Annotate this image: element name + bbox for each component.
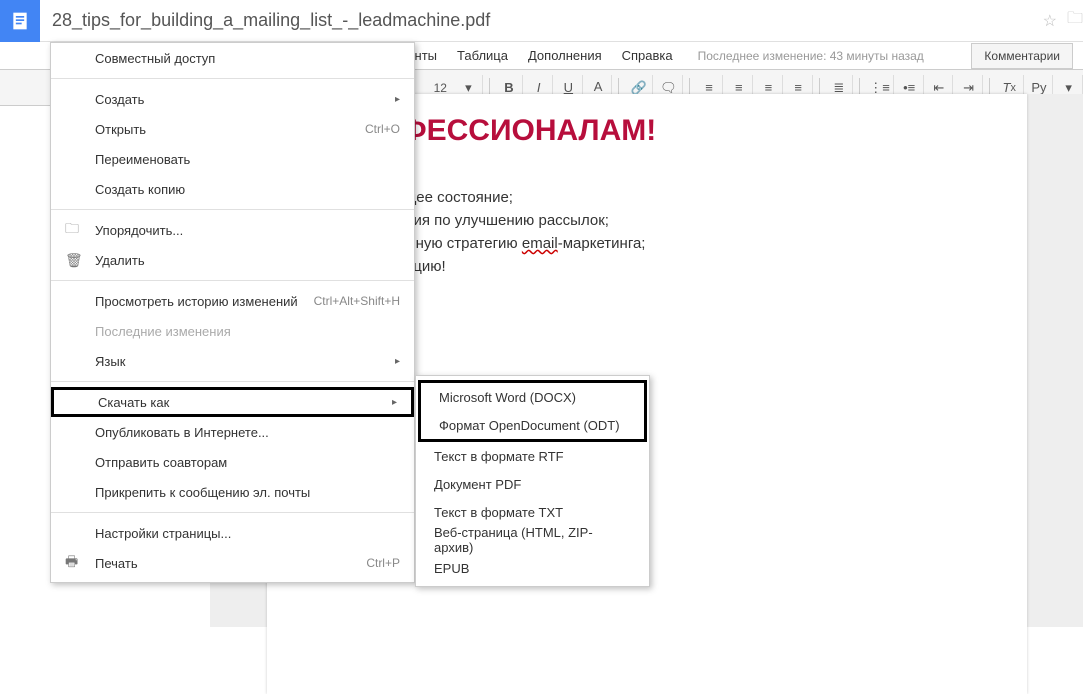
separator — [51, 78, 414, 79]
doc-line: руем текущее состояние; — [337, 189, 957, 206]
download-rtf[interactable]: Текст в формате RTF — [416, 442, 649, 470]
separator — [51, 209, 414, 210]
menu-new[interactable]: Создать▸ — [51, 84, 414, 114]
download-html[interactable]: Веб-страница (HTML, ZIP-архив) — [416, 526, 649, 554]
download-docx[interactable]: Microsoft Word (DOCX) — [421, 383, 644, 411]
menu-share[interactable]: Совместный доступ — [51, 43, 414, 73]
menu-help[interactable]: Справка — [612, 44, 683, 67]
title-bar: 28_tips_for_building_a_mailing_list_-_le… — [0, 0, 1083, 42]
comments-button[interactable]: Комментарии — [971, 43, 1073, 69]
star-icon[interactable]: ☆ — [1043, 11, 1057, 31]
download-as-submenu: Microsoft Word (DOCX) Формат OpenDocumen… — [415, 375, 650, 587]
separator — [51, 512, 414, 513]
doc-line: в задачи; — [337, 166, 957, 183]
folder-icon: 🗀 — [65, 218, 79, 242]
doc-line: рые решения по улучшению рассылок; — [337, 212, 957, 229]
menu-recent-changes: Последние изменения — [51, 316, 414, 346]
download-pdf[interactable]: Документ PDF — [416, 470, 649, 498]
print-icon: 🖶 — [65, 551, 78, 575]
menu-language[interactable]: Язык▸ — [51, 346, 414, 376]
menu-download-as[interactable]: Скачать как▸ — [51, 387, 414, 417]
menu-print[interactable]: 🖶ПечатьCtrl+P — [51, 548, 414, 578]
document-title[interactable]: 28_tips_for_building_a_mailing_list_-_le… — [52, 10, 1033, 31]
download-epub[interactable]: EPUB — [416, 554, 649, 582]
menu-table[interactable]: Таблица — [447, 44, 518, 67]
heading: ПРОФЕССИОНАЛАМ! — [337, 114, 957, 148]
font-size-selector[interactable]: 12 — [428, 81, 453, 95]
docs-app-icon[interactable] — [0, 0, 40, 42]
menu-make-copy[interactable]: Создать копию — [51, 174, 414, 204]
menu-addons[interactable]: Дополнения — [518, 44, 612, 67]
trash-icon: 🗑 — [65, 252, 83, 269]
folder-icon[interactable]: 🗀 — [1067, 7, 1083, 34]
menu-revision-history[interactable]: Просмотреть историю измененийCtrl+Alt+Sh… — [51, 286, 414, 316]
doc-line: за реализацию! — [337, 258, 957, 275]
menu-organize[interactable]: 🗀Упорядочить... — [51, 215, 414, 245]
last-change-label[interactable]: Последнее изменение: 43 минуты назад — [698, 49, 924, 63]
download-odt[interactable]: Формат OpenDocument (ODT) — [421, 411, 644, 439]
file-menu-dropdown: Совместный доступ Создать▸ ОткрытьCtrl+O… — [50, 42, 415, 583]
menu-email-attachment[interactable]: Прикрепить к сообщению эл. почты — [51, 477, 414, 507]
chevron-right-icon: ▸ — [395, 356, 400, 367]
chevron-right-icon: ▸ — [395, 94, 400, 105]
separator — [51, 381, 414, 382]
menu-rename[interactable]: Переименовать — [51, 144, 414, 174]
menu-page-setup[interactable]: Настройки страницы... — [51, 518, 414, 548]
menu-delete[interactable]: 🗑Удалить — [51, 245, 414, 275]
download-txt[interactable]: Текст в формате TXT — [416, 498, 649, 526]
menu-email-collaborators[interactable]: Отправить соавторам — [51, 447, 414, 477]
menu-open[interactable]: ОткрытьCtrl+O — [51, 114, 414, 144]
chevron-right-icon: ▸ — [392, 397, 397, 408]
separator — [51, 280, 414, 281]
menu-publish[interactable]: Опубликовать в Интернете... — [51, 417, 414, 447]
doc-line: и полноценную стратегию email-маркетинга… — [337, 235, 957, 252]
